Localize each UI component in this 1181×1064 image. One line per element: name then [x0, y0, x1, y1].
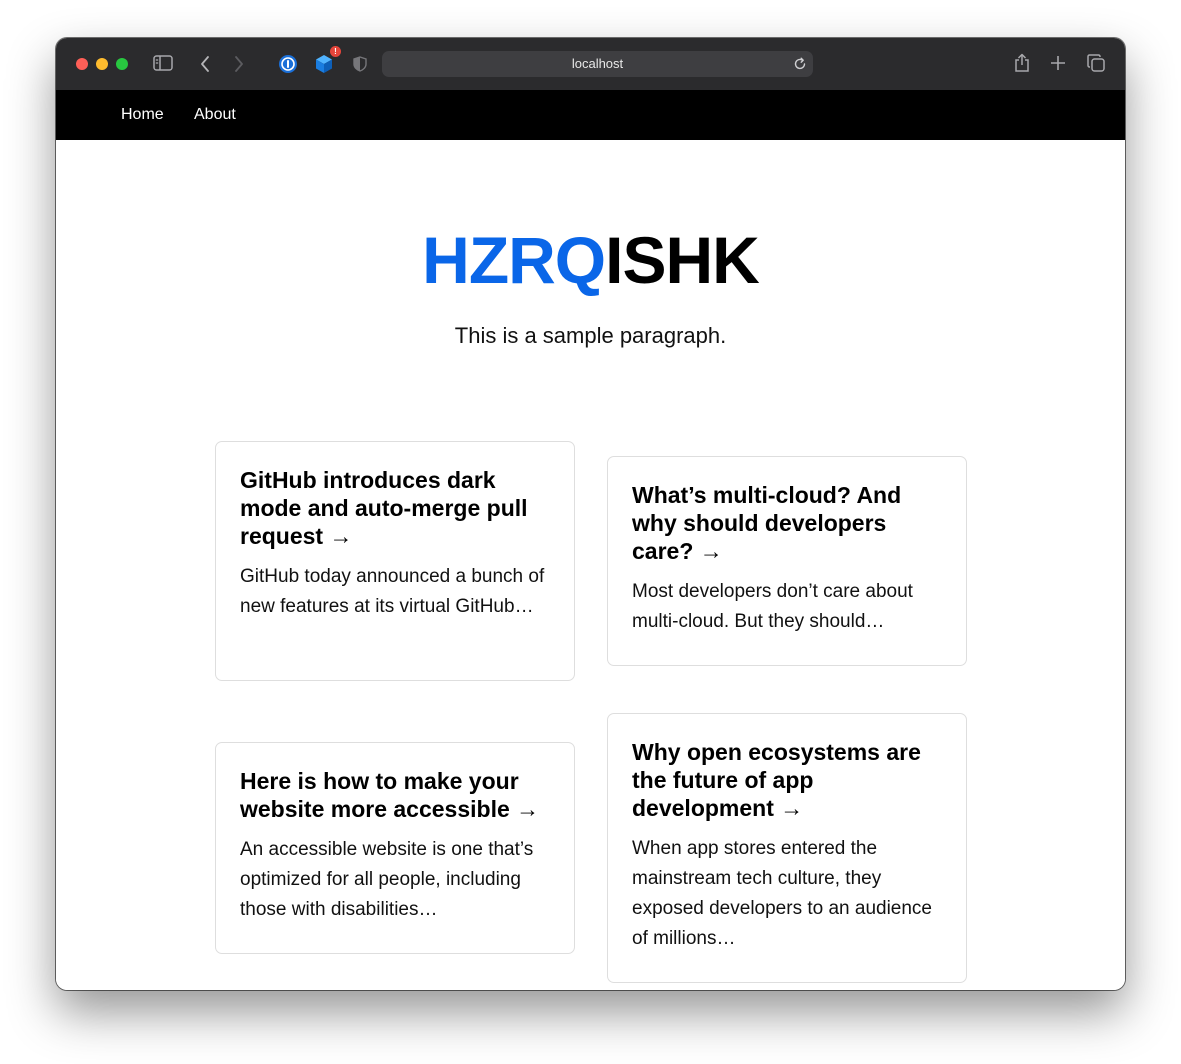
- article-card[interactable]: GitHub introduces dark mode and auto-mer…: [215, 441, 575, 681]
- site-navigation: Home About: [56, 90, 1125, 140]
- forward-icon[interactable]: [232, 54, 246, 74]
- browser-window: ! localhost Home About HZRQISHK This is …: [56, 38, 1125, 990]
- article-card-title[interactable]: What’s multi-cloud? And why should devel…: [632, 481, 942, 565]
- share-icon[interactable]: [1012, 52, 1032, 74]
- site-title-rest: ISHK: [605, 223, 760, 297]
- nav-link-about[interactable]: About: [194, 90, 236, 140]
- article-card[interactable]: Why open ecosystems are the future of ap…: [607, 713, 967, 983]
- back-icon[interactable]: [198, 54, 212, 74]
- new-tab-icon[interactable]: [1049, 53, 1067, 73]
- maximize-window-button[interactable]: [116, 58, 128, 70]
- extension-badge: !: [330, 46, 341, 57]
- minimize-window-button[interactable]: [96, 58, 108, 70]
- close-window-button[interactable]: [76, 58, 88, 70]
- tab-overview-icon[interactable]: [1086, 53, 1106, 73]
- browser-toolbar: ! localhost: [56, 38, 1125, 91]
- site-title: HZRQISHK: [56, 222, 1125, 298]
- reload-icon[interactable]: [793, 57, 807, 76]
- url-text: localhost: [571, 56, 624, 71]
- article-card-title[interactable]: Here is how to make your website more ac…: [240, 767, 550, 823]
- article-card[interactable]: What’s multi-cloud? And why should devel…: [607, 456, 967, 666]
- site-title-accent: HZRQ: [422, 223, 606, 297]
- sidebar-toggle-icon[interactable]: [153, 54, 173, 72]
- hero-subtitle: This is a sample paragraph.: [454, 323, 727, 348]
- nav-link-home[interactable]: Home: [121, 90, 164, 140]
- article-card-excerpt: GitHub today announced a bunch of new fe…: [240, 566, 545, 617]
- article-card-title[interactable]: Why open ecosystems are the future of ap…: [632, 738, 942, 822]
- article-card-excerpt: When app stores entered the mainstream t…: [632, 838, 933, 949]
- cube-extension-icon[interactable]: [313, 53, 335, 75]
- privacy-shield-icon[interactable]: [351, 54, 369, 74]
- address-bar[interactable]: localhost: [382, 51, 813, 77]
- password-manager-extension-icon[interactable]: [277, 53, 299, 75]
- article-card-excerpt: Most developers don’t care about multi-c…: [632, 581, 913, 632]
- article-card-excerpt: An accessible website is one that’s opti…: [240, 839, 534, 920]
- page-content: HZRQISHK This is a sample paragraph. Git…: [56, 140, 1125, 990]
- article-card[interactable]: Here is how to make your website more ac…: [215, 742, 575, 954]
- article-card-title[interactable]: GitHub introduces dark mode and auto-mer…: [240, 466, 550, 550]
